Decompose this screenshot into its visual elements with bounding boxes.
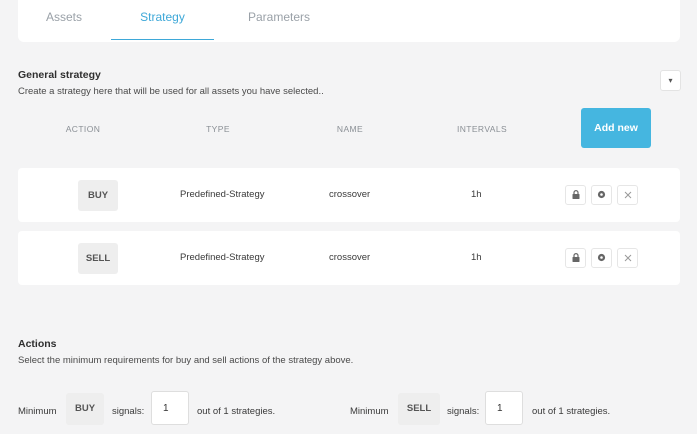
buy-signals-input[interactable]: [151, 391, 189, 425]
lock-icon: [572, 253, 579, 263]
sell-suffix-label: out of 1 strategies.: [532, 406, 611, 417]
general-strategy-title: General strategy: [18, 69, 101, 81]
table-row: SELL Predefined-Strategy crossover 1h: [18, 231, 680, 285]
gear-icon: [597, 191, 606, 199]
chevron-down-icon: ▾: [668, 76, 673, 85]
remove-button[interactable]: [617, 248, 638, 268]
column-header-intervals: INTERVALS: [456, 124, 508, 134]
buy-signals-label: signals:: [112, 406, 145, 417]
sell-signals-label: signals:: [447, 406, 480, 417]
strategy-type: Predefined-Strategy: [180, 189, 265, 200]
strategy-name: crossover: [329, 252, 371, 263]
sell-signals-input[interactable]: [485, 391, 523, 425]
collapse-button[interactable]: ▾: [660, 70, 681, 91]
buy-minimum-label: Minimum: [18, 406, 57, 417]
gear-icon: [597, 254, 606, 262]
buy-suffix-label: out of 1 strategies.: [197, 406, 276, 417]
lock-icon: [572, 190, 579, 200]
general-strategy-description: Create a strategy here that will be used…: [18, 86, 324, 97]
sell-chip: SELL: [398, 393, 440, 425]
buy-chip: BUY: [66, 393, 104, 425]
settings-button[interactable]: [591, 185, 612, 205]
column-header-type: TYPE: [206, 124, 230, 134]
actions-title: Actions: [18, 338, 57, 350]
close-icon: [624, 191, 631, 199]
settings-button[interactable]: [591, 248, 612, 268]
column-header-action: ACTION: [65, 124, 101, 134]
strategy-interval: 1h: [471, 189, 482, 200]
add-new-button[interactable]: Add new: [581, 108, 651, 148]
action-chip-buy: BUY: [78, 180, 118, 211]
strategy-name: crossover: [329, 189, 371, 200]
action-chip-sell: SELL: [78, 243, 118, 274]
remove-button[interactable]: [617, 185, 638, 205]
lock-button[interactable]: [565, 185, 586, 205]
tab-strategy[interactable]: Strategy: [111, 0, 214, 40]
strategy-type: Predefined-Strategy: [180, 252, 265, 263]
tab-bar: Assets Strategy Parameters: [18, 0, 680, 42]
close-icon: [624, 254, 631, 262]
actions-description: Select the minimum requirements for buy …: [18, 355, 354, 366]
lock-button[interactable]: [565, 248, 586, 268]
strategy-interval: 1h: [471, 252, 482, 263]
column-header-name: NAME: [336, 124, 364, 134]
sell-minimum-label: Minimum: [350, 406, 389, 417]
table-row: BUY Predefined-Strategy crossover 1h: [18, 168, 680, 222]
tab-parameters[interactable]: Parameters: [232, 0, 326, 40]
tab-assets[interactable]: Assets: [18, 0, 110, 40]
